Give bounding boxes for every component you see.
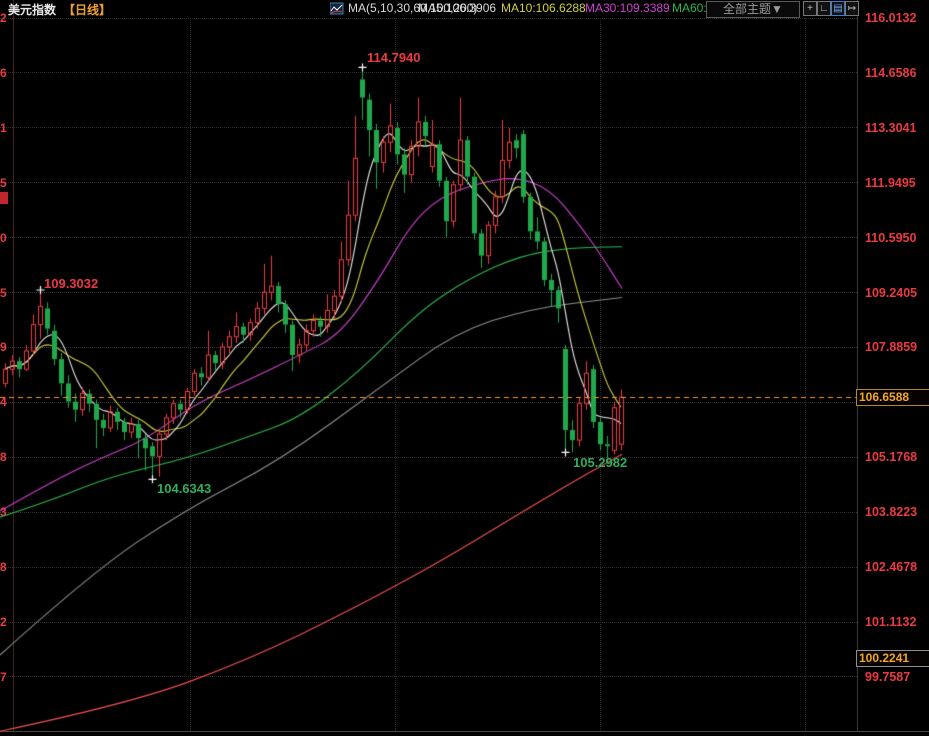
- legend-ma10: MA10:106.6288: [501, 1, 586, 15]
- instrument-title: 美元指数: [8, 1, 56, 18]
- legend-ma30: MA30:109.3389: [585, 1, 670, 15]
- annotation-high-2: 114.7940: [367, 50, 421, 65]
- indicator-icon[interactable]: [330, 2, 344, 15]
- alert-price-tag: 100.2241: [856, 650, 929, 667]
- annotation-low-1: 104.6343: [157, 481, 211, 496]
- period-label: 【日线】: [63, 1, 111, 18]
- current-price-tag: 106.6588: [856, 389, 929, 406]
- legend-ma5: MA5:106.3906: [418, 1, 496, 15]
- chart-window: 美元指数 【日线】 MA(5,10,30,60,100,200) MA5:106…: [0, 0, 929, 736]
- popout-icon[interactable]: ↦: [845, 1, 859, 16]
- chart-style-icon[interactable]: ▤: [831, 1, 845, 16]
- chart-header: 美元指数 【日线】 MA(5,10,30,60,100,200) MA5:106…: [0, 0, 929, 18]
- candlestick-chart-canvas[interactable]: [0, 0, 929, 736]
- annotation-low-2: 105.2982: [573, 455, 627, 470]
- theme-dropdown[interactable]: 全部主题▼: [706, 1, 800, 18]
- pan-icon[interactable]: +: [803, 1, 817, 16]
- axis-scale-icon[interactable]: ∟: [817, 1, 831, 16]
- annotation-high-1: 109.3032: [44, 276, 98, 291]
